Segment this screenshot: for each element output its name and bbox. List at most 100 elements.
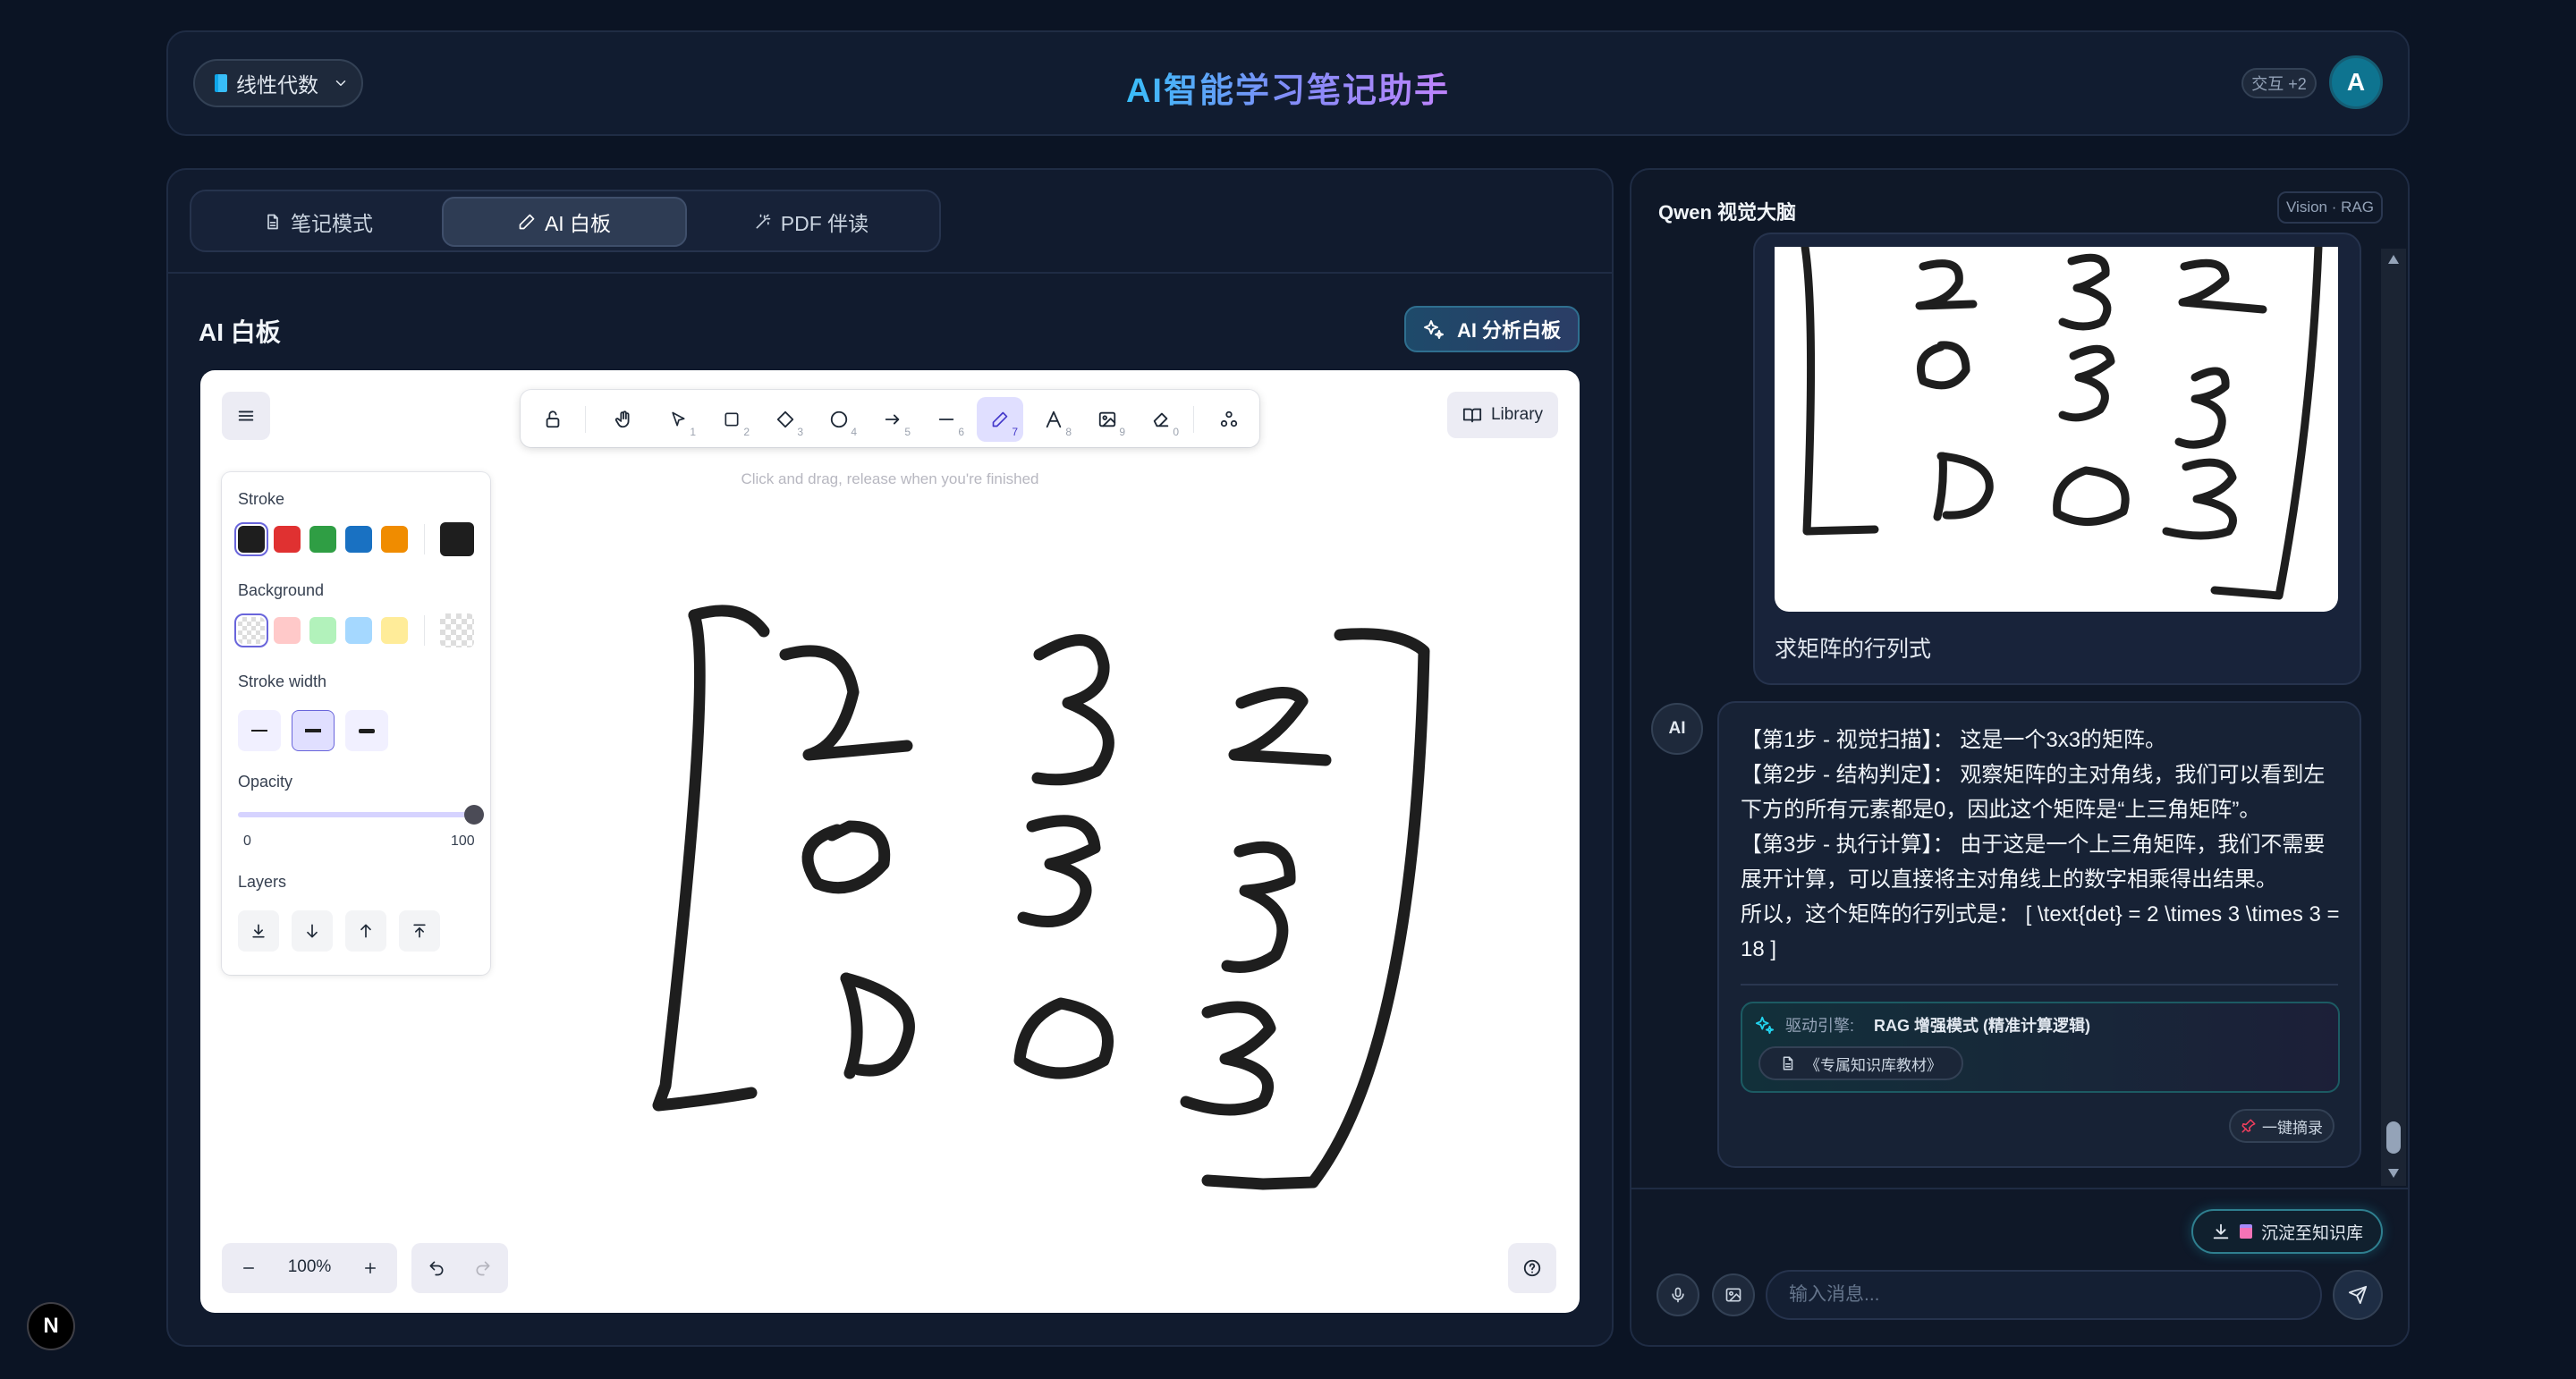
whiteboard-canvas[interactable]: 1 2 3 4 5 6 7 8 9 0 Library Click and dr… [200, 370, 1580, 1313]
dev-tools-badge[interactable]: N [27, 1302, 75, 1350]
sparkles-icon [1423, 320, 1444, 339]
opacity-min: 0 [243, 833, 251, 849]
rectangle-tool[interactable]: 2 [708, 397, 755, 442]
opacity-max: 100 [451, 833, 475, 849]
save-to-knowledge-base-button[interactable]: 沉淀至知识库 [2191, 1209, 2383, 1254]
stroke-color-swatch[interactable] [309, 526, 336, 553]
background-color-swatch[interactable] [234, 613, 268, 647]
page-title: AI 白板 [199, 318, 281, 346]
stroke-width-extra-bold[interactable] [345, 710, 388, 751]
opacity-label: Opacity [238, 773, 293, 791]
zoom-out-button[interactable] [233, 1252, 265, 1284]
tab-pdf-label: PDF 伴读 [780, 212, 869, 235]
undo-button[interactable] [420, 1252, 453, 1284]
chat-input[interactable] [1766, 1270, 2322, 1320]
help-button[interactable] [1508, 1243, 1556, 1293]
shortcut-number: 5 [904, 426, 911, 438]
ellipse-tool[interactable]: 4 [816, 397, 862, 442]
eraser-tool[interactable]: 0 [1138, 397, 1184, 442]
shortcut-number: 6 [958, 426, 964, 438]
stroke-color-swatch[interactable] [381, 526, 408, 553]
save-to-knowledge-base-label: 沉淀至知识库 [2260, 1223, 2363, 1243]
microphone-icon [1672, 1287, 1684, 1303]
text-tool[interactable]: 8 [1030, 397, 1077, 442]
pen-tool[interactable]: 7 [977, 397, 1023, 442]
tab-notes-label: 笔记模式 [291, 212, 373, 235]
ai-analyze-button[interactable]: AI 分析白板 [1404, 306, 1580, 352]
stroke-color-swatch[interactable] [345, 526, 372, 553]
background-color-swatch[interactable] [381, 617, 408, 644]
send-to-back-icon [252, 924, 265, 938]
shortcut-number: 8 [1065, 426, 1072, 438]
bookmark-icon [2239, 1224, 2252, 1239]
text-icon [1046, 410, 1062, 428]
background-color-swatch[interactable] [274, 617, 301, 644]
extra-tools[interactable] [1206, 397, 1252, 442]
line-icon [938, 419, 954, 420]
image-upload-button[interactable] [1712, 1273, 1755, 1316]
background-color-swatch[interactable] [345, 617, 372, 644]
image-icon [1098, 411, 1116, 427]
diamond-tool[interactable]: 3 [762, 397, 809, 442]
rectangle-icon [724, 412, 739, 427]
tab-whiteboard[interactable]: AI 白板 [442, 197, 687, 247]
matrix-cells [779, 634, 1332, 1116]
line-tool[interactable]: 6 [923, 397, 970, 442]
zoom-level[interactable]: 100% [272, 1257, 347, 1277]
selection-tool[interactable]: 1 [655, 397, 701, 442]
hamburger-icon [238, 410, 254, 421]
shapes-icon [1220, 410, 1238, 427]
ai-message-line: 所以，这个矩阵的行列式是： [ \text{det} = 2 \times 3 … [1741, 902, 2340, 961]
ai-message-line: 【第2步 - 结构判定】： 观察矩阵的主对角线，我们可以看到左下方的所有元素都是… [1741, 763, 2326, 822]
stroke-color-swatch[interactable] [274, 526, 301, 553]
tab-notes[interactable]: 笔记模式 [199, 197, 438, 247]
stroke-width-thin[interactable] [238, 710, 281, 751]
user-avatar[interactable]: A [2329, 55, 2383, 109]
scrollbar-thumb[interactable] [2386, 1121, 2401, 1154]
excerpt-button[interactable]: 一键摘录 [2229, 1109, 2334, 1143]
opacity-slider[interactable] [238, 812, 474, 817]
scroll-down-arrow-icon[interactable] [2387, 1168, 2400, 1179]
arrow-right-icon [885, 414, 900, 425]
stroke-color-swatch[interactable] [234, 522, 268, 556]
arrow-tool[interactable]: 5 [869, 397, 916, 442]
library-button[interactable]: Library [1447, 392, 1558, 438]
tab-pdf[interactable]: PDF 伴读 [691, 197, 932, 247]
send-to-back-button[interactable] [238, 910, 279, 952]
user-message-image[interactable] [1775, 247, 2338, 612]
interaction-badge: 交互 +2 [2241, 68, 2317, 98]
bring-to-front-button[interactable] [399, 910, 440, 952]
send-backward-button[interactable] [292, 910, 333, 952]
magic-wand-icon [756, 214, 771, 229]
help-icon [1523, 1259, 1541, 1277]
opacity-slider-thumb[interactable] [464, 805, 484, 825]
lock-tool[interactable] [530, 397, 576, 442]
chat-mode-badge: Vision · RAG [2277, 191, 2383, 224]
shortcut-number: 9 [1119, 426, 1125, 438]
current-background-color[interactable] [440, 613, 474, 647]
minus-icon [243, 1267, 254, 1269]
voice-input-button[interactable] [1657, 1273, 1699, 1316]
properties-panel: Stroke Background Stroke width Opacity 0… [222, 472, 490, 975]
current-stroke-color[interactable] [440, 522, 474, 556]
bring-forward-button[interactable] [345, 910, 386, 952]
shortcut-number: 7 [1012, 426, 1018, 438]
toolbar-separator [1193, 406, 1194, 433]
engine-mode: RAG 增强模式 (精准计算逻辑) [1874, 1017, 2091, 1035]
pencil-icon [992, 411, 1008, 427]
scroll-up-arrow-icon[interactable] [2387, 254, 2400, 265]
hand-tool[interactable] [601, 397, 648, 442]
zoom-in-button[interactable] [354, 1252, 386, 1284]
layers-label: Layers [238, 873, 287, 891]
redo-button[interactable] [467, 1252, 499, 1284]
engine-label: 驱动引擎: [1785, 1017, 1855, 1035]
image-tool[interactable]: 9 [1084, 397, 1131, 442]
shortcut-number: 0 [1173, 426, 1179, 438]
send-button[interactable] [2333, 1270, 2383, 1320]
chat-scrollbar[interactable] [2381, 249, 2406, 1186]
knowledge-source-chip[interactable]: 《专属知识库教材》 [1758, 1046, 1963, 1080]
background-color-swatch[interactable] [309, 617, 336, 644]
menu-button[interactable] [222, 392, 270, 440]
shortcut-number: 4 [851, 426, 857, 438]
stroke-width-bold[interactable] [292, 710, 335, 751]
